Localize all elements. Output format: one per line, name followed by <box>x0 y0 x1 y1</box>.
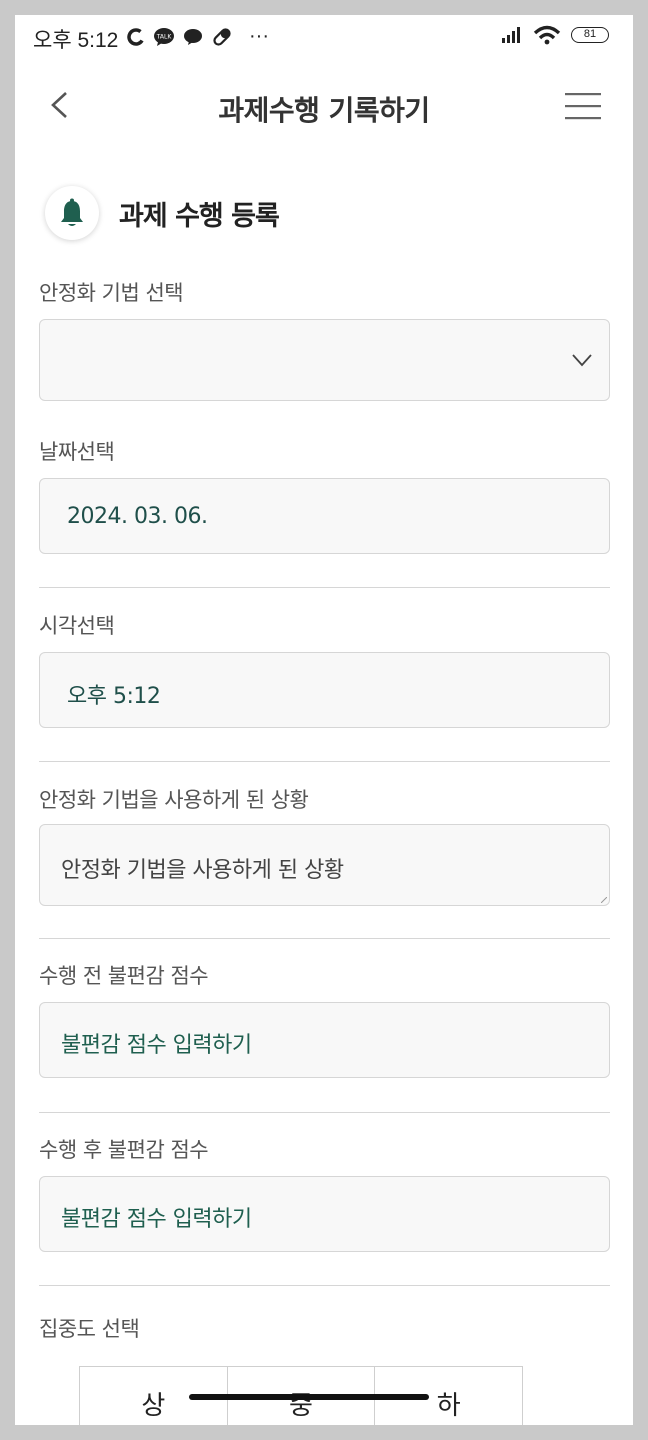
signal-icon <box>502 27 520 43</box>
divider <box>39 938 610 939</box>
chat-bubble-icon <box>184 28 202 45</box>
bell-icon <box>61 198 83 226</box>
svg-text:TALK: TALK <box>156 33 173 40</box>
after-score-label: 수행 후 불편감 점수 <box>39 1138 209 1162</box>
resize-handle-icon <box>601 897 607 903</box>
technique-select[interactable] <box>39 319 610 401</box>
date-value: 2024. 03. 06. <box>67 504 208 529</box>
status-time: 오후 5:12 <box>33 29 119 52</box>
before-score-input[interactable]: 불편감 점수 입력하기 <box>39 1002 610 1078</box>
wifi-icon <box>533 25 561 45</box>
page-title: 과제수행 기록하기 <box>218 94 430 127</box>
before-score-placeholder: 불편감 점수 입력하기 <box>61 1033 252 1058</box>
home-indicator[interactable] <box>189 1394 429 1400</box>
c-app-icon <box>127 27 145 46</box>
bell-badge <box>45 186 99 240</box>
time-label: 시각선택 <box>39 614 115 638</box>
time-value: 오후 5:12 <box>67 684 161 709</box>
situation-label: 안정화 기법을 사용하게 된 상황 <box>39 788 309 812</box>
kakaotalk-icon: TALK <box>154 27 174 46</box>
date-label: 날짜선택 <box>39 440 115 464</box>
section-title: 과제 수행 등록 <box>119 200 280 232</box>
after-score-placeholder: 불편감 점수 입력하기 <box>61 1207 252 1232</box>
time-input[interactable]: 오후 5:12 <box>39 652 610 728</box>
divider <box>39 1112 610 1113</box>
notification-icons: TALK ··· <box>127 25 269 48</box>
divider <box>39 761 610 762</box>
system-icons: 81 <box>501 25 609 45</box>
divider <box>39 587 610 588</box>
situation-placeholder: 안정화 기법을 사용하게 된 상황 <box>61 858 344 883</box>
situation-textarea[interactable]: 안정화 기법을 사용하게 된 상황 <box>39 824 610 906</box>
divider <box>39 1285 610 1286</box>
technique-label: 안정화 기법 선택 <box>39 281 184 305</box>
chevron-down-icon <box>572 354 592 367</box>
section-header: 과제 수행 등록 <box>45 185 280 241</box>
app-screen: 오후 5:12 TALK ··· 81 과제수행 기록하기 과제 수행 등록 안… <box>15 15 633 1425</box>
more-notifications-icon: ··· <box>249 25 269 47</box>
app-header: 과제수행 기록하기 <box>15 75 633 135</box>
before-score-label: 수행 전 불편감 점수 <box>39 964 209 988</box>
status-bar: 오후 5:12 TALK ··· 81 <box>15 15 633 59</box>
date-input[interactable]: 2024. 03. 06. <box>39 478 610 554</box>
menu-button[interactable] <box>565 91 601 121</box>
after-score-input[interactable]: 불편감 점수 입력하기 <box>39 1176 610 1252</box>
hamburger-menu-icon <box>565 93 601 120</box>
battery-icon: 81 <box>571 27 609 43</box>
focus-label: 집중도 선택 <box>39 1317 140 1341</box>
pill-icon <box>213 27 231 46</box>
